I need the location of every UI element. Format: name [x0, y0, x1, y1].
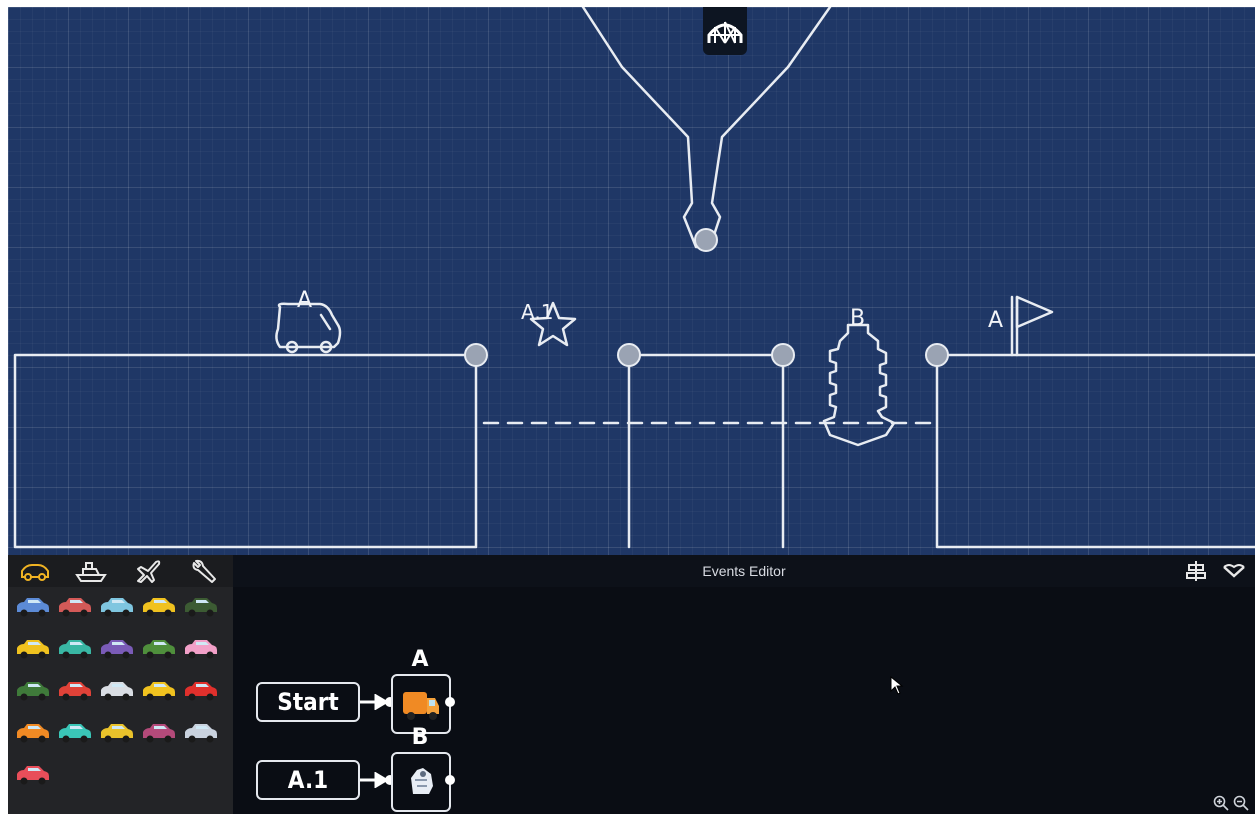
vehicle-pickup[interactable] — [14, 761, 52, 789]
align-icon[interactable] — [1183, 559, 1209, 583]
vehicle-taxi[interactable] — [140, 677, 178, 705]
plane-icon — [137, 560, 161, 583]
vehicle-beetle[interactable] — [56, 719, 94, 747]
crane-icon — [101, 724, 133, 743]
vehicle-hot-rod[interactable] — [98, 635, 136, 663]
taxi-icon — [143, 682, 175, 701]
events-editor-header: Events Editor — [233, 555, 1255, 587]
school-bus-icon — [143, 598, 175, 617]
event-trigger-a1[interactable]: A.1 — [256, 760, 360, 800]
node-letter: A — [411, 647, 429, 672]
sedan-icon — [17, 598, 49, 617]
bridge-icon — [707, 21, 743, 44]
flag-label: A — [988, 308, 1003, 333]
boat-icon — [75, 562, 107, 582]
dump-truck-icon — [17, 640, 49, 659]
level-canvas[interactable]: A A.1 B A — [8, 7, 1255, 555]
car-icon — [21, 564, 49, 581]
vehicle-boat[interactable] — [822, 323, 896, 447]
boat-label: B — [850, 306, 865, 331]
camper-van-icon — [101, 598, 133, 617]
vehicle-delivery-van[interactable] — [14, 719, 52, 747]
collapse-chevron-icon[interactable] — [1221, 559, 1247, 583]
vehicle-monster-truck[interactable] — [182, 593, 220, 621]
vehicle-camper-van[interactable] — [98, 593, 136, 621]
category-tabs — [8, 555, 233, 587]
events-editor: Events Editor Start A A.1 B — [233, 555, 1255, 814]
star-label: A.1 — [521, 300, 553, 324]
terrain-right — [935, 353, 1255, 549]
tab-tools[interactable] — [188, 557, 222, 585]
bottom-panel: Events Editor Start A A.1 B — [8, 555, 1255, 814]
anchor-point[interactable] — [464, 343, 488, 367]
vehicle-sports-car[interactable] — [56, 593, 94, 621]
connector-dot[interactable] — [445, 775, 455, 785]
anchor-point[interactable] — [925, 343, 949, 367]
vehicle-crane[interactable] — [98, 719, 136, 747]
vehicle-stick-figure[interactable] — [182, 719, 220, 747]
race-car-icon — [185, 682, 217, 701]
zoom-out-icon[interactable] — [1233, 795, 1249, 811]
jeep-icon — [143, 640, 175, 659]
vehicle-dump-truck[interactable] — [14, 635, 52, 663]
tab-boats[interactable] — [74, 557, 108, 585]
boat-icon — [411, 768, 433, 794]
event-trigger-label: A.1 — [287, 766, 329, 794]
sports-car-icon — [59, 598, 91, 617]
beetle-icon — [59, 724, 91, 743]
events-editor-title: Events Editor — [702, 563, 786, 579]
terrain-left — [13, 353, 478, 549]
monster-truck-icon — [185, 598, 217, 617]
terrain-middle — [627, 353, 785, 549]
vehicle-school-bus[interactable] — [140, 593, 178, 621]
stick-figure-icon — [185, 724, 217, 743]
tab-planes[interactable] — [132, 557, 166, 585]
event-trigger-start[interactable]: Start — [256, 682, 360, 722]
delivery-van-icon — [17, 724, 49, 743]
police-car-icon — [101, 682, 133, 701]
zoom-in-icon[interactable] — [1213, 795, 1229, 811]
level-drawing: A A.1 B A — [13, 7, 1255, 549]
pickup-icon — [17, 766, 49, 785]
truck-label: A — [297, 288, 312, 313]
vehicle-sedan[interactable] — [14, 593, 52, 621]
ice-cream-truck-icon — [185, 640, 217, 659]
double-decker-bus-icon — [59, 682, 91, 701]
hot-rod-icon — [101, 640, 133, 659]
vehicle-motorbike[interactable] — [140, 719, 178, 747]
vehicle-police-car[interactable] — [98, 677, 136, 705]
motorbike-icon — [143, 724, 175, 743]
mouse-cursor-icon — [890, 676, 904, 695]
scooter-icon — [59, 640, 91, 659]
funnel-ball — [694, 228, 718, 252]
vehicle-jeep[interactable] — [140, 635, 178, 663]
node-letter: B — [411, 725, 429, 750]
event-node-boat[interactable] — [391, 752, 451, 812]
vehicle-scooter[interactable] — [56, 635, 94, 663]
vehicle-palette — [8, 555, 233, 814]
event-trigger-label: Start — [277, 688, 339, 716]
connector-dot[interactable] — [445, 697, 455, 707]
wrench-icon — [192, 559, 216, 583]
vehicle-army-truck[interactable] — [14, 677, 52, 705]
vehicle-race-car[interactable] — [182, 677, 220, 705]
vehicle-double-decker-bus[interactable] — [56, 677, 94, 705]
anchor-point[interactable] — [617, 343, 641, 367]
tab-cars[interactable] — [18, 557, 52, 585]
army-truck-icon — [17, 682, 49, 701]
delivery-van-icon — [403, 692, 439, 720]
bridge-tool-button[interactable] — [703, 7, 747, 55]
anchor-point[interactable] — [771, 343, 795, 367]
vehicle-ice-cream-truck[interactable] — [182, 635, 220, 663]
finish-flag[interactable] — [1010, 295, 1054, 357]
